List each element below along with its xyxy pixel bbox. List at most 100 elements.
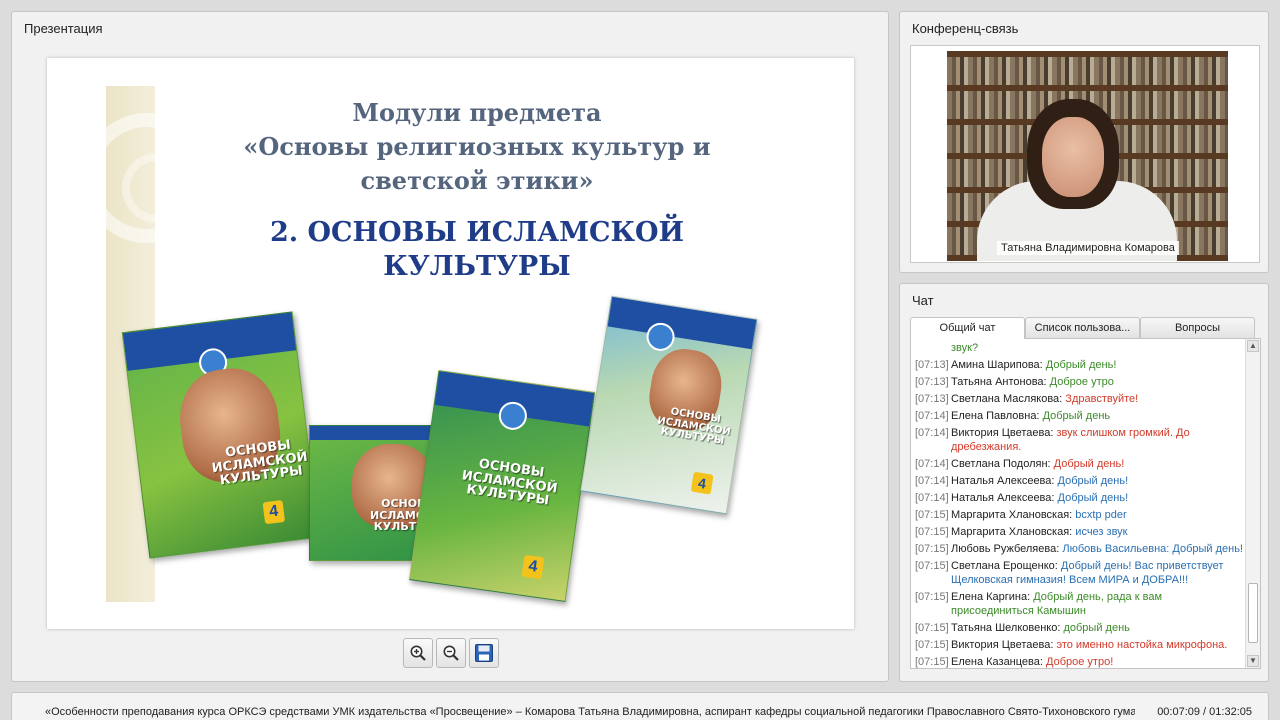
- grade-badge: 4: [690, 471, 714, 495]
- message-author: Виктория Цветаева:: [951, 638, 1054, 651]
- chat-message: [07:15] Елена Казанцева: Доброе утро!: [915, 653, 1245, 669]
- message-body: Светлана Маслякова: Здравствуйте!: [951, 392, 1245, 406]
- message-author: Елена Казанцева:: [951, 655, 1043, 668]
- message-text: Добрый день: [1042, 409, 1111, 422]
- message-body: Амина Шарипова: Добрый день!: [951, 358, 1245, 372]
- message-text: Любовь Васильевна: Добрый день!: [1062, 542, 1243, 555]
- chat-messages: звук? [07:13] Амина Шарипова: Добрый день…: [910, 338, 1261, 669]
- message-author: Любовь Ружбеляева:: [951, 542, 1060, 555]
- message-fragment: звук?: [915, 339, 1245, 356]
- message-time: [07:13]: [915, 375, 949, 388]
- speaker-name-tag: Татьяна Владимировна Комарова: [997, 241, 1179, 255]
- slide-subheading-line: 2. ОСНОВЫ ИСЛАМСКОЙ: [269, 217, 685, 248]
- zoom-in-icon: [410, 645, 426, 661]
- message-body: Татьяна Шелковенко: добрый день: [951, 621, 1245, 635]
- message-body: Светлана Подолян: Добрый день!: [951, 457, 1245, 471]
- tab-questions[interactable]: Вопросы: [1140, 317, 1255, 338]
- message-time: [07:13]: [915, 358, 949, 371]
- message-body: Виктория Цветаева: это именно настойка м…: [951, 638, 1245, 652]
- scroll-thumb[interactable]: [1248, 583, 1258, 643]
- chat-message: [07:15] Маргарита Хлановская: bcxtp pder: [915, 506, 1245, 523]
- message-body: Елена Казанцева: Доброе утро!: [951, 655, 1245, 669]
- cover-title: ОСНОВЫ ИСЛАМСКОЙ КУЛЬТУРЫ: [460, 456, 559, 509]
- message-author: Маргарита Хлановская:: [951, 525, 1073, 538]
- message-text: Здравствуйте!: [1065, 392, 1139, 405]
- chat-message: [07:13] Амина Шарипова: Добрый день!: [915, 356, 1245, 373]
- message-time: [07:15]: [915, 542, 949, 555]
- chat-message: [07:14] Наталья Алексеева: Добрый день!: [915, 472, 1245, 489]
- message-body: Наталья Алексеева: Добрый день!: [951, 491, 1245, 505]
- message-body: Наталья Алексеева: Добрый день!: [951, 474, 1245, 488]
- cover-header: [310, 426, 446, 440]
- zoom-in-button[interactable]: [403, 638, 433, 668]
- message-text: Добрый день!: [1057, 491, 1129, 504]
- message-text: это именно настойка микрофона.: [1056, 638, 1228, 651]
- message-time: [07:14]: [915, 491, 949, 504]
- zoom-out-icon: [443, 645, 459, 661]
- chat-message: [07:13] Светлана Маслякова: Здравствуйте!: [915, 390, 1245, 407]
- message-text: Добрый день!: [1045, 358, 1117, 371]
- message-body: Любовь Ружбеляева: Любовь Васильевна: До…: [951, 542, 1245, 556]
- message-author: Елена Каргина:: [951, 590, 1031, 603]
- slide-heading: Модули предмета «Основы религиозных куль…: [177, 96, 777, 198]
- textbook-cover: ОСНОВЫ ИСЛАМСКОЙ КУЛЬТУРЫ 4: [121, 311, 321, 559]
- message-body: Маргарита Хлановская: исчез звук: [951, 525, 1245, 539]
- session-title: «Особенности преподавания курса ОРКСЭ ср…: [45, 706, 1135, 718]
- message-body: Виктория Цветаева: звук слишком громкий.…: [951, 426, 1245, 454]
- tab-general-chat[interactable]: Общий чат: [910, 317, 1025, 339]
- message-time: [07:15]: [915, 655, 949, 668]
- chat-message: [07:15] Виктория Цветаева: это именно нас…: [915, 636, 1245, 653]
- chat-message: [07:14] Светлана Подолян: Добрый день!: [915, 455, 1245, 472]
- message-text: bcxtp pder: [1075, 508, 1127, 521]
- textbook-cover: ОСНОВЫ ИСЛАМСКОЙ КУЛЬТУРЫ 4: [580, 295, 758, 515]
- message-time-spacer: [915, 341, 951, 355]
- presentation-title: Презентация: [24, 21, 103, 36]
- tab-user-list[interactable]: Список пользова...: [1025, 317, 1140, 338]
- speaker-video[interactable]: Татьяна Владимировна Комарова: [947, 51, 1228, 261]
- zoom-out-button[interactable]: [436, 638, 466, 668]
- message-author: Светлана Подолян:: [951, 457, 1051, 470]
- message-time: [07:15]: [915, 525, 949, 538]
- message-list: звук? [07:13] Амина Шарипова: Добрый день…: [915, 339, 1245, 669]
- video-frame: Татьяна Владимировна Комарова: [910, 45, 1260, 263]
- chat-scrollbar[interactable]: ▲ ▼: [1245, 339, 1260, 668]
- save-button[interactable]: [469, 638, 499, 668]
- slide-heading-line: светской этики»: [360, 166, 594, 195]
- slide-toolbar: [403, 638, 499, 668]
- message-body: Елена Павловна: Добрый день: [951, 409, 1245, 423]
- scroll-up-button[interactable]: ▲: [1247, 340, 1259, 352]
- message-body: Татьяна Антонова: Доброе утро: [951, 375, 1245, 389]
- conference-panel: Конференц-связь Татьяна Владимировна Ком…: [899, 11, 1269, 273]
- message-body: Елена Каргина: Добрый день, рада к вам п…: [951, 590, 1245, 618]
- message-text: Доброе утро: [1049, 375, 1114, 388]
- message-body: Светлана Ерощенко: Добрый день! Вас прив…: [951, 559, 1245, 587]
- scroll-down-button[interactable]: ▼: [1247, 655, 1259, 667]
- message-author: Наталья Алексеева:: [951, 474, 1055, 487]
- message-text: исчез звук: [1075, 525, 1128, 538]
- message-time: [07:14]: [915, 409, 949, 422]
- save-icon: [475, 644, 493, 662]
- chat-message: [07:15] Светлана Ерощенко: Добрый день! В…: [915, 557, 1245, 588]
- chat-title: Чат: [912, 293, 934, 308]
- message-author: Татьяна Антонова:: [951, 375, 1047, 388]
- speaker-face: [1042, 117, 1104, 197]
- textbook-cover: ОСНОВЫ ИСЛАМСКОЙ КУЛЬТУРЫ 4: [409, 370, 595, 602]
- message-time: [07:15]: [915, 621, 949, 634]
- chat-message: [07:13] Татьяна Антонова: Доброе утро: [915, 373, 1245, 390]
- chat-tabs: Общий чат Список пользова... Вопросы: [910, 317, 1256, 339]
- chat-message: [07:14] Наталья Алексеева: Добрый день!: [915, 489, 1245, 506]
- message-time: [07:15]: [915, 590, 949, 603]
- chat-message: [07:14] Виктория Цветаева: звук слишком г…: [915, 424, 1245, 455]
- message-time: [07:14]: [915, 474, 949, 487]
- playback-time: 00:07:09 / 01:32:05: [1157, 706, 1252, 718]
- message-text: звук?: [951, 341, 979, 354]
- message-time: [07:15]: [915, 559, 949, 572]
- grade-badge: 4: [262, 500, 286, 525]
- message-time: [07:15]: [915, 638, 949, 651]
- chat-message: [07:15] Маргарита Хлановская: исчез звук: [915, 523, 1245, 540]
- message-text: Добрый день!: [1053, 457, 1125, 470]
- message-text: Добрый день!: [1057, 474, 1129, 487]
- message-text: Доброе утро!: [1046, 655, 1114, 668]
- message-time: [07:13]: [915, 392, 949, 405]
- conference-title: Конференц-связь: [912, 21, 1019, 36]
